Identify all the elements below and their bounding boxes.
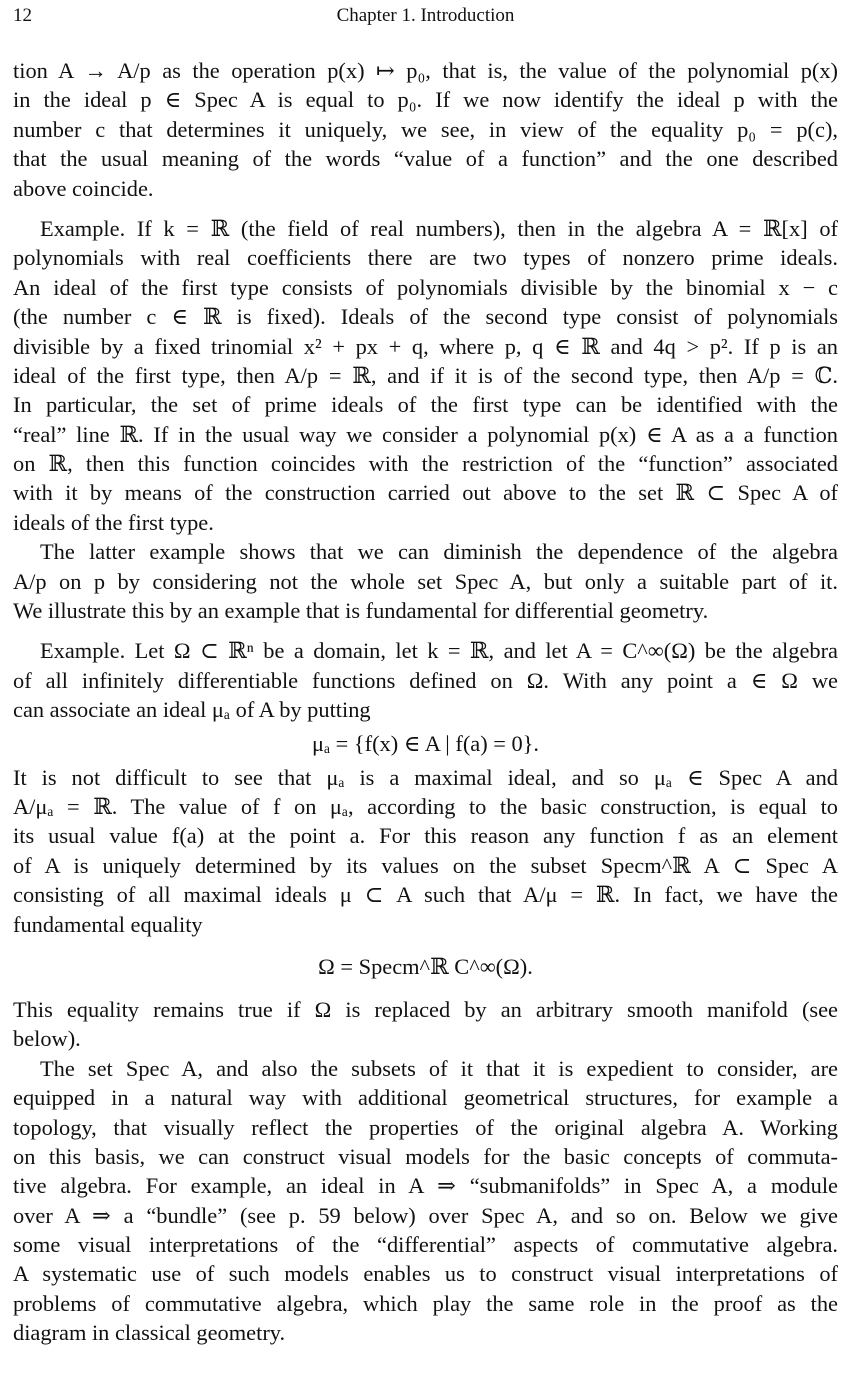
text-line: fundamental equality — [13, 911, 203, 937]
text-line: Example. If k = ℝ (the field of real num… — [40, 215, 838, 241]
text-line: on ℝ, then this function coincides with … — [13, 451, 838, 477]
text-line: diagram in classical geometry. — [13, 1320, 286, 1346]
text-line: consisting of all maximal ideals μ ⊂ A s… — [13, 882, 838, 908]
page-body: tion A → A/p as the operation p(x) ↦ p₀,… — [13, 56, 838, 1348]
text-line: some visual interpretations of the “diff… — [13, 1232, 838, 1258]
paragraph: Example. If k = ℝ (the field of real num… — [13, 214, 838, 537]
text-line: (the number c ∈ ℝ is fixed). Ideals of t… — [13, 304, 838, 330]
text-line: A/μₐ = ℝ. The value of f on μₐ, accordin… — [13, 793, 838, 819]
text-line: number c that determines it uniquely, we… — [13, 116, 838, 142]
text-line: tion A → A/p as the operation p(x) ↦ p₀,… — [13, 58, 838, 83]
display-equation: μₐ = {f(x) ∈ A | f(a) = 0}. — [311, 730, 540, 756]
running-head: 12 Chapter 1. Introduction — [13, 3, 838, 29]
text-line: divisible by a fixed trinomial x² + px +… — [13, 333, 838, 359]
text-line: An ideal of the first type consists of p… — [13, 274, 838, 300]
text-line: We illustrate this by an example that is… — [13, 598, 709, 624]
paragraph: This equality remains true if Ω is repla… — [13, 995, 838, 1054]
text-line: This equality remains true if Ω is repla… — [13, 996, 838, 1022]
text-line: with it by means of the construction car… — [13, 480, 838, 506]
text-line: can associate an ideal μₐ of A by puttin… — [13, 697, 371, 723]
text-line: It is not difficult to see that μₐ is a … — [13, 764, 838, 790]
text-line: problems of commutative algebra, which p… — [13, 1290, 838, 1316]
text-line: over A ⇒ a “bundle” (see p. 59 below) ov… — [13, 1202, 838, 1228]
text-line: its usual value f(a) at the point a. For… — [13, 823, 838, 849]
text-line: equipped in a natural way with additiona… — [13, 1085, 838, 1111]
text-line: The latter example shows that we can dim… — [40, 539, 838, 565]
text-line: “real” line ℝ. If in the usual way we co… — [13, 421, 838, 447]
text-line: A/p on p by considering not the whole se… — [13, 568, 838, 594]
text-line: of A is uniquely determined by its value… — [13, 852, 838, 878]
paragraph: tion A → A/p as the operation p(x) ↦ p₀,… — [13, 56, 838, 203]
text-line: above coincide. — [13, 175, 154, 201]
paragraph: The set Spec A, and also the subsets of … — [13, 1054, 838, 1348]
book-page: 12 Chapter 1. Introduction tion A → A/p … — [0, 0, 851, 1378]
text-line: ideals of the first type. — [13, 509, 214, 535]
text-line: polynomials with real coefficients there… — [13, 245, 838, 271]
paragraph: It is not difficult to see that μₐ is a … — [13, 763, 838, 939]
display-equation: Ω = Specm^ℝ C^∞(Ω). — [318, 953, 533, 979]
text-line: A systematic use of such models enables … — [13, 1261, 838, 1287]
paragraph: The latter example shows that we can dim… — [13, 537, 838, 625]
chapter-title: Chapter 1. Introduction — [336, 5, 515, 26]
text-line: in the ideal p ∈ Spec A is equal to p₀. … — [13, 87, 838, 113]
text-line: that the usual meaning of the words “val… — [13, 146, 838, 172]
text-line: on this basis, we can construct visual m… — [13, 1143, 838, 1169]
text-line: tive algebra. For example, an ideal in A… — [13, 1173, 838, 1199]
text-line: The set Spec A, and also the subsets of … — [40, 1055, 838, 1081]
text-line: of all infinitely differentiable functio… — [13, 667, 838, 693]
text-line: below). — [13, 1026, 81, 1052]
text-line: Example. Let Ω ⊂ ℝⁿ be a domain, let k =… — [40, 638, 838, 664]
text-line: topology, that visually reflect the prop… — [13, 1114, 838, 1140]
text-line: ideal of the first type, then A/p = ℝ, a… — [13, 362, 838, 388]
text-line: In particular, the set of prime ideals o… — [13, 392, 838, 418]
paragraph: Example. Let Ω ⊂ ℝⁿ be a domain, let k =… — [13, 636, 838, 724]
